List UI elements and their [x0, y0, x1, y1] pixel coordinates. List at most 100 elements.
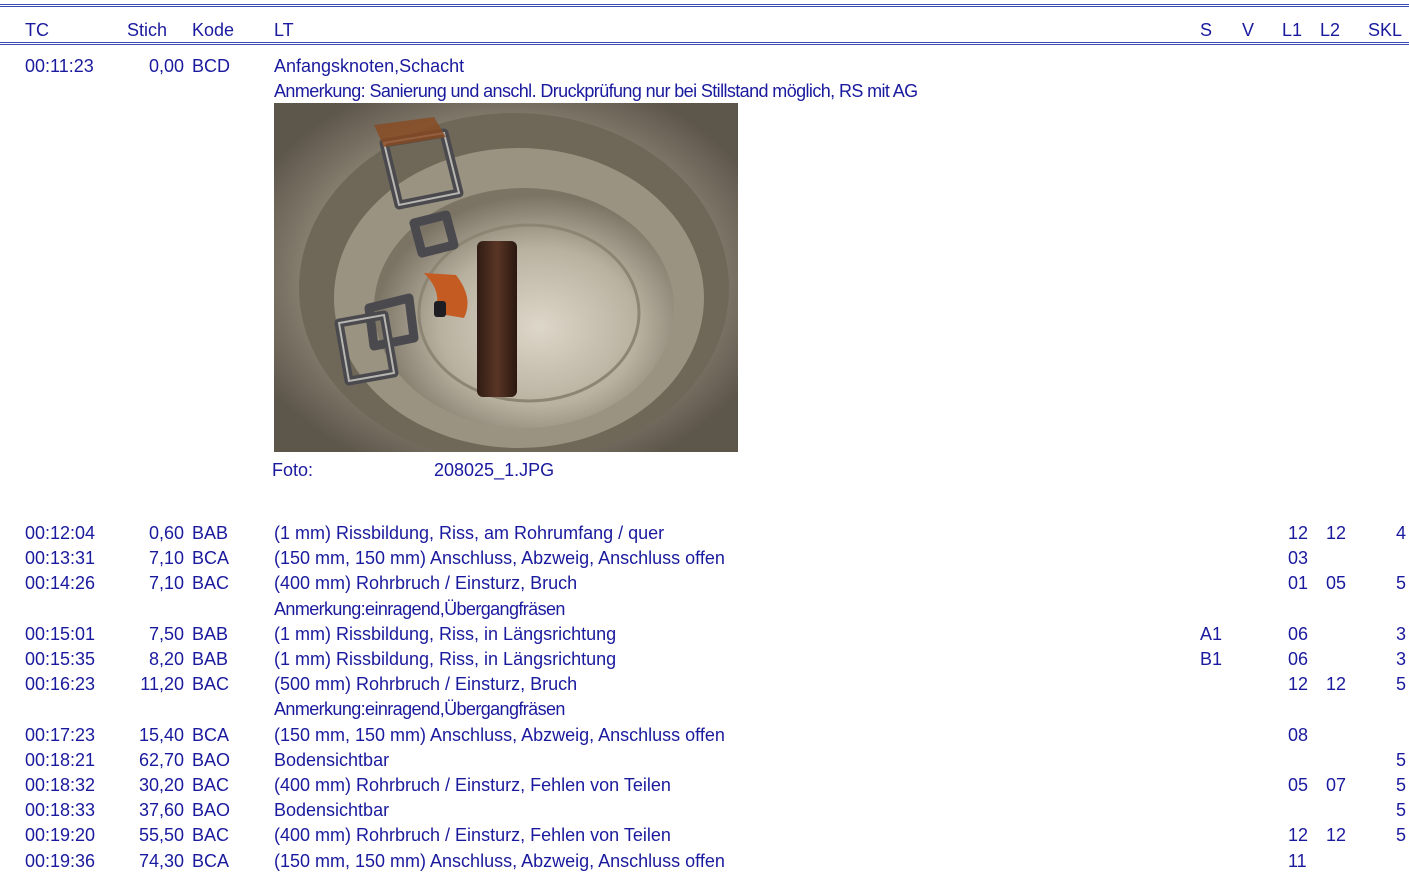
header-v: V — [1242, 20, 1255, 40]
table-row: 00:18:33 37,60 BAO Bodensichtbar 5 — [0, 798, 1409, 823]
cell-kode: BAB — [192, 523, 229, 543]
cell-tc: 00:12:04 — [25, 523, 96, 543]
cell-kode: BAO — [192, 749, 231, 770]
cell-lt: Anmerkung:einragend,Übergangfräsen — [274, 598, 565, 619]
cell-l2: 12 — [1326, 674, 1347, 695]
header-skl: SKL — [1368, 20, 1403, 40]
cell-kode: BAC — [192, 825, 230, 846]
cell-stich: 11,20 — [140, 674, 184, 695]
cell-stich: 37,60 — [138, 800, 184, 821]
remark-row: Anmerkung:einragend,Übergangfräsen — [0, 697, 1409, 722]
cell-l1: 12 — [1288, 674, 1309, 695]
cell-lt: Anfangsknoten,Schacht — [274, 56, 465, 76]
table-row: 00:15:35 8,20 BAB (1 mm) Rissbildung, Riss,… — [0, 647, 1409, 672]
cell-stich: 15,40 — [138, 724, 184, 745]
photo-filename: 208025_1.JPG — [434, 460, 555, 480]
cell-skl: 3 — [1395, 623, 1406, 644]
cell-s: B1 — [1200, 649, 1223, 669]
cell-tc: 00:19:20 — [25, 825, 96, 846]
cell-lt: (150 mm, 150 mm) Anschluss, Abzweig, Ans… — [274, 548, 725, 569]
cell-stich: 74,30 — [138, 850, 184, 871]
table-row-start-node: 00:11:23 0,00 BCD Anfangsknoten,Schacht — [0, 54, 1409, 79]
cell-l1: 12 — [1288, 523, 1309, 543]
table-row: 00:18:32 30,20 BAC (400 mm) Rohrbruch / Ein… — [0, 773, 1409, 798]
cell-tc: 00:17:23 — [25, 724, 96, 745]
cell-stich: 62,70 — [138, 749, 184, 770]
cell-tc: 00:15:35 — [25, 649, 96, 669]
table-row: 00:17:23 15,40 BCA (150 mm, 150 mm) Anschlu… — [0, 723, 1409, 748]
cell-stich: 8,20 — [148, 649, 184, 669]
cell-tc: 00:19:36 — [25, 850, 96, 871]
table-row: 00:19:20 55,50 BAC (400 mm) Rohrbruch / Ein… — [0, 823, 1409, 848]
remark-row: Anmerkung: Sanierung und anschl. Druckpr… — [0, 79, 1409, 104]
cell-stich: 7,10 — [148, 573, 184, 594]
cell-skl: 5 — [1395, 674, 1406, 695]
manhole-photo — [274, 103, 738, 452]
cell-stich: 30,20 — [138, 775, 184, 795]
table-row: 00:16:23 11,20 BAC (500 mm) Rohrbruch / Ein… — [0, 672, 1409, 697]
top-rule — [0, 4, 1409, 7]
column-header: TC Stich Kode LT S V L1 L2 SKL — [0, 18, 1409, 42]
cell-lt: Bodensichtbar — [274, 749, 390, 770]
cell-lt: (1 mm) Rissbildung, Riss, am Rohrumfang … — [274, 523, 665, 543]
photo-label: Foto: — [272, 460, 314, 480]
cell-l1: 11 — [1288, 850, 1307, 871]
cell-l1: 01 — [1288, 573, 1309, 594]
cell-stich: 7,50 — [148, 623, 184, 644]
cell-kode: BCA — [192, 548, 230, 569]
cell-skl: 4 — [1395, 523, 1406, 543]
remark-text: Anmerkung: Sanierung und anschl. Druckpr… — [274, 81, 918, 101]
cell-skl: 5 — [1395, 825, 1406, 846]
cell-l2: 07 — [1326, 775, 1347, 795]
cell-kode: BAC — [192, 775, 230, 795]
manhole-photo-image — [274, 103, 738, 452]
cell-kode: BCD — [192, 56, 231, 76]
table-row: 00:15:01 7,50 BAB (1 mm) Rissbildung, Riss,… — [0, 622, 1409, 647]
table-row: 00:19:36 74,30 BCA (150 mm, 150 mm) Anschlu… — [0, 849, 1409, 874]
cell-kode: BAC — [192, 573, 230, 594]
cell-l1: 06 — [1288, 623, 1309, 644]
cell-kode: BAO — [192, 800, 231, 821]
table-row: 00:18:21 62,70 BAO Bodensichtbar 5 — [0, 748, 1409, 773]
cell-tc: 00:15:01 — [25, 623, 96, 644]
cell-tc: 00:18:32 — [25, 775, 96, 795]
cell-tc: 00:11:23 — [25, 56, 94, 76]
cell-lt: (150 mm, 150 mm) Anschluss, Abzweig, Ans… — [274, 724, 725, 745]
cell-kode: BAC — [192, 674, 230, 695]
table-row: 00:13:31 7,10 BCA (150 mm, 150 mm) Anschlus… — [0, 546, 1409, 571]
cell-tc: 00:16:23 — [25, 674, 96, 695]
header-l2: L2 — [1320, 20, 1341, 40]
cell-l2: 12 — [1326, 523, 1347, 543]
cell-lt: Anmerkung:einragend,Übergangfräsen — [274, 699, 565, 720]
header-l1: L1 — [1282, 20, 1303, 40]
cell-tc: 00:18:21 — [25, 749, 96, 770]
cell-kode: BCA — [192, 724, 230, 745]
cell-l1: 05 — [1288, 775, 1309, 795]
remark-row: Anmerkung:einragend,Übergangfräsen — [0, 597, 1409, 622]
cell-stich: 0,60 — [148, 523, 184, 543]
cell-s: A1 — [1200, 623, 1223, 644]
cell-stich: 7,10 — [148, 548, 184, 569]
cell-skl: 5 — [1395, 749, 1406, 770]
cell-l1: 12 — [1288, 825, 1309, 846]
cell-stich: 55,50 — [138, 825, 184, 846]
cell-skl: 5 — [1395, 800, 1406, 821]
header-rule — [0, 42, 1409, 45]
cell-skl: 3 — [1395, 649, 1406, 669]
cell-lt: (400 mm) Rohrbruch / Einsturz, Fehlen vo… — [274, 825, 671, 846]
cell-lt: (150 mm, 150 mm) Anschluss, Abzweig, Ans… — [274, 850, 725, 871]
cell-lt: (500 mm) Rohrbruch / Einsturz, Bruch — [274, 674, 578, 695]
cell-tc: 00:13:31 — [25, 548, 96, 569]
cell-tc: 00:18:33 — [25, 800, 96, 821]
cell-lt: (400 mm) Rohrbruch / Einsturz, Bruch — [274, 573, 578, 594]
cell-kode: BAB — [192, 623, 229, 644]
cell-l1: 06 — [1288, 649, 1309, 669]
cell-lt: Bodensichtbar — [274, 800, 390, 821]
cell-lt: (400 mm) Rohrbruch / Einsturz, Fehlen vo… — [274, 775, 671, 795]
cell-skl: 5 — [1395, 775, 1406, 795]
cell-skl: 5 — [1395, 573, 1406, 594]
cell-l2: 12 — [1326, 825, 1347, 846]
header-s: S — [1200, 20, 1213, 40]
cell-tc: 00:14:26 — [25, 573, 96, 594]
cell-kode: BAB — [192, 649, 229, 669]
